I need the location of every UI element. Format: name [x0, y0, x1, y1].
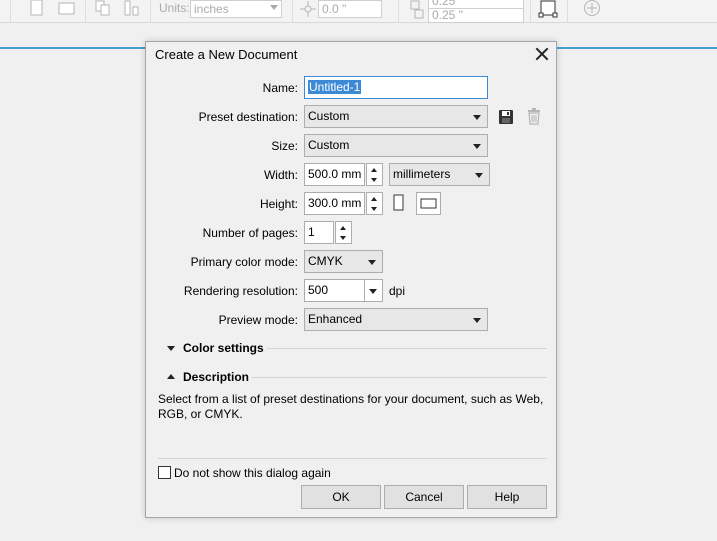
width-value: 500.0 mm — [308, 167, 362, 181]
preview-mode-select[interactable]: Enhanced — [304, 308, 488, 331]
duplicate-distance-icon — [410, 0, 424, 19]
arrow-up-icon[interactable] — [340, 226, 346, 230]
pages-input[interactable]: 1 — [304, 221, 334, 244]
arrow-up-icon[interactable] — [371, 168, 377, 172]
toolbar-separator — [398, 0, 399, 22]
chevron-down-icon — [473, 144, 481, 149]
chevron-down-icon — [475, 173, 483, 178]
chevron-down-icon — [473, 318, 481, 323]
collapse-icon[interactable] — [167, 374, 175, 379]
pages-label: Number of pages: — [202, 226, 298, 240]
arrow-down-icon[interactable] — [371, 178, 377, 182]
width-input[interactable]: 500.0 mm — [304, 163, 365, 186]
toolbar-separator — [567, 0, 568, 22]
preset-destination-select[interactable]: Custom — [304, 105, 488, 128]
chevron-down-icon — [369, 289, 377, 294]
color-mode-select[interactable]: CMYK — [304, 250, 383, 273]
section-divider — [158, 458, 547, 459]
property-bar: Units: inches 0.0 " 0.25 0.25 " — [0, 0, 717, 23]
name-value: Untitled-1 — [308, 80, 362, 94]
description-text: Select from a list of preset destination… — [158, 392, 544, 421]
dont-show-checkbox[interactable] — [158, 466, 171, 479]
units-label: Units: — [159, 1, 190, 15]
preview-mode-value: Enhanced — [308, 312, 363, 326]
expand-icon[interactable] — [167, 346, 175, 351]
toolbar-separator — [150, 0, 151, 22]
color-settings-toggle[interactable]: Color settings — [183, 341, 264, 355]
close-icon[interactable] — [532, 44, 552, 64]
chevron-down-icon — [473, 115, 481, 120]
section-divider — [252, 377, 547, 378]
landscape-page-icon[interactable] — [58, 2, 76, 16]
resolution-label: Rendering resolution: — [183, 284, 298, 298]
landscape-orientation-icon — [420, 198, 437, 209]
portrait-page-icon[interactable] — [30, 0, 44, 16]
units-select[interactable]: inches — [190, 0, 282, 18]
size-value: Custom — [308, 138, 350, 152]
arrow-up-icon[interactable] — [371, 197, 377, 201]
help-button[interactable]: Help — [467, 485, 547, 509]
treat-as-filled-icon[interactable] — [538, 0, 558, 20]
height-value: 300.0 mm — [308, 196, 362, 210]
pages-spinner[interactable] — [335, 221, 352, 244]
save-preset-icon[interactable] — [498, 109, 514, 125]
arrow-down-icon[interactable] — [340, 236, 346, 240]
toolbar-separator — [85, 0, 86, 22]
units-select[interactable]: millimeters — [389, 163, 490, 186]
units-value: inches — [194, 2, 229, 16]
name-label: Name: — [262, 81, 298, 95]
duplicate-y-input[interactable]: 0.25 " — [428, 8, 524, 23]
width-label: Width: — [263, 168, 298, 182]
height-label: Height: — [259, 197, 298, 211]
arrow-down-icon[interactable] — [371, 207, 377, 211]
color-mode-label: Primary color mode: — [190, 255, 298, 269]
preset-destination-value: Custom — [308, 109, 350, 123]
nudge-icon — [300, 1, 316, 17]
preset-destination-label: Preset destination: — [198, 110, 298, 124]
units-value: millimeters — [393, 167, 451, 181]
resolution-input[interactable]: 500 — [304, 279, 365, 302]
cancel-button[interactable]: Cancel — [384, 485, 464, 509]
duplicate-y-value: 0.25 " — [432, 8, 463, 22]
preview-mode-label: Preview mode: — [218, 313, 298, 327]
landscape-orientation-button[interactable] — [416, 192, 441, 215]
toolbar-separator — [292, 0, 293, 22]
chevron-down-icon — [368, 260, 376, 265]
size-label: Size: — [271, 139, 298, 153]
create-document-dialog: Create a New Document Name: Untitled-1 P… — [145, 41, 557, 518]
nudge-input[interactable]: 0.0 " — [318, 0, 382, 18]
delete-preset-icon[interactable] — [527, 108, 541, 125]
description-toggle[interactable]: Description — [183, 370, 249, 384]
size-select[interactable]: Custom — [304, 134, 488, 157]
resolution-unit: dpi — [389, 284, 406, 298]
resolution-dropdown[interactable] — [364, 279, 383, 302]
chevron-down-icon — [270, 5, 278, 10]
ok-button[interactable]: OK — [301, 485, 381, 509]
duplicate-x-value: 0.25 — [432, 0, 456, 8]
nudge-value: 0.0 " — [322, 2, 347, 16]
name-input[interactable]: Untitled-1 — [304, 76, 488, 99]
dont-show-label: Do not show this dialog again — [174, 466, 331, 480]
current-page-icon[interactable] — [124, 0, 142, 17]
portrait-orientation-icon[interactable] — [393, 194, 405, 212]
section-divider — [267, 348, 547, 349]
pages-value: 1 — [308, 225, 315, 239]
dialog-title: Create a New Document — [155, 47, 298, 62]
toolbar-separator — [530, 0, 531, 22]
width-spinner[interactable] — [366, 163, 383, 186]
add-icon[interactable] — [583, 0, 601, 18]
height-spinner[interactable] — [366, 192, 383, 215]
color-mode-value: CMYK — [308, 254, 343, 268]
toolbar-separator — [10, 0, 11, 22]
resolution-value: 500 — [308, 283, 329, 297]
all-pages-icon[interactable] — [95, 0, 113, 17]
height-input[interactable]: 300.0 mm — [304, 192, 365, 215]
